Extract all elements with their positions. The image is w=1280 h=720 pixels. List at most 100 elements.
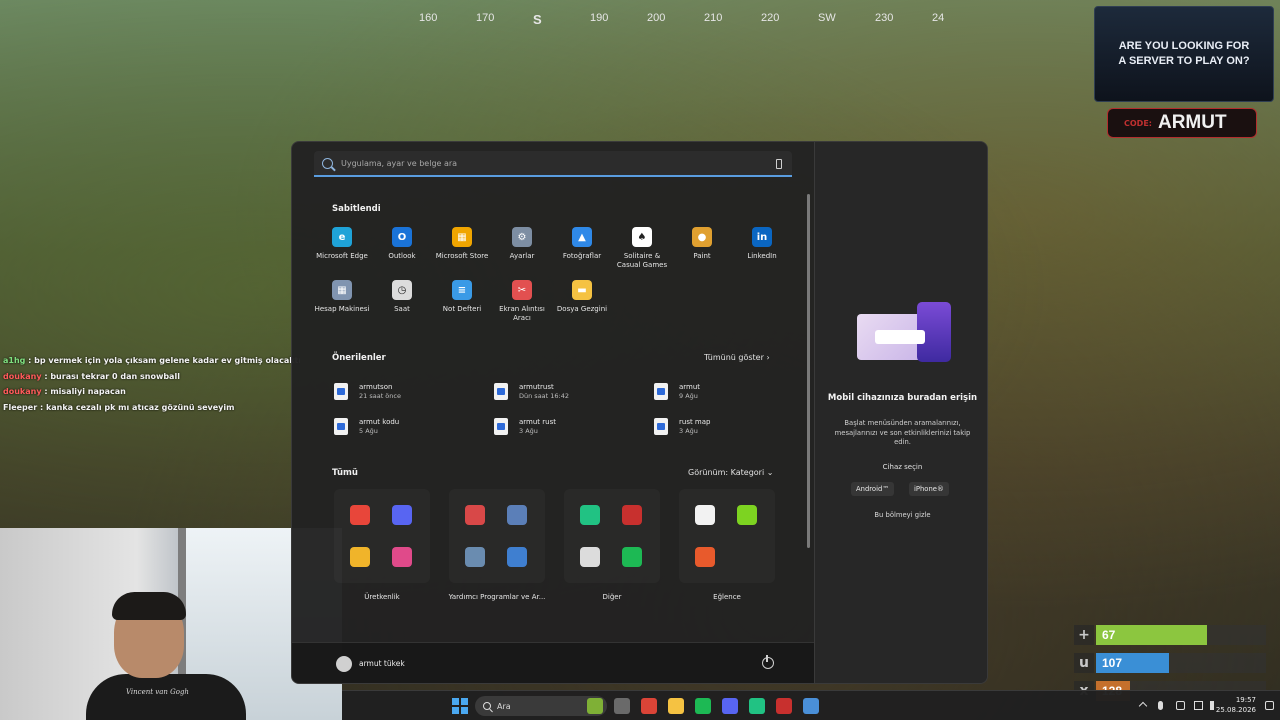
document-icon [654, 382, 668, 400]
pinned-app[interactable]: ▲ Fotoğraflar [552, 227, 612, 261]
search-icon [322, 157, 333, 169]
taskbar-app-icon[interactable] [587, 698, 603, 714]
recommended-text: armut kodu 5 Ağu [359, 418, 399, 435]
microphone-icon[interactable] [1158, 701, 1163, 710]
app-icon: in [752, 227, 772, 247]
power-icon[interactable] [762, 655, 774, 669]
recommended-file[interactable]: armut rust 3 Ağu [494, 411, 644, 441]
app-label: Solitaire & Casual Games [616, 252, 668, 269]
app-icon: O [392, 227, 412, 247]
taskbar-app-icon[interactable] [641, 698, 657, 714]
category-app-icon[interactable] [507, 505, 527, 525]
chat-username: a1hg [3, 356, 26, 365]
pinned-app[interactable]: in LinkedIn [732, 227, 792, 261]
recommended-title: Önerilenler [332, 353, 386, 363]
phone-icon[interactable] [776, 159, 782, 169]
recommended-file[interactable]: armut kodu 5 Ağu [334, 411, 484, 441]
category-app-icon[interactable] [737, 505, 757, 525]
recommended-name: rust map [679, 417, 711, 426]
start-scrollbar[interactable] [807, 194, 810, 548]
view-mode-label: Görünüm: Kategori [688, 468, 765, 477]
chat-separator: : [41, 387, 51, 396]
clock-time: 19:57 [1235, 696, 1256, 704]
document-icon [334, 417, 348, 435]
pinned-app[interactable]: e Microsoft Edge [312, 227, 372, 261]
document-icon [654, 417, 668, 435]
stat-bar: 107 [1096, 653, 1170, 673]
category-folder[interactable] [449, 489, 545, 583]
category-app-icon[interactable] [350, 505, 370, 525]
battery-icon[interactable] [1176, 701, 1185, 710]
notification-icon[interactable] [1265, 701, 1274, 710]
category-folder[interactable] [334, 489, 430, 583]
pinned-app[interactable]: ◷ Saat [372, 280, 432, 314]
pinned-app[interactable]: ▬ Dosya Gezgini [552, 280, 612, 314]
category-app-icon[interactable] [507, 547, 527, 567]
category-app-icon[interactable] [580, 547, 600, 567]
recommended-file[interactable]: rust map 3 Ağu [654, 411, 804, 441]
user-name[interactable]: armut tükek [359, 659, 405, 668]
hide-pane-link[interactable]: Bu bölmeyi gizle [825, 511, 980, 519]
taskbar-app-icon[interactable] [722, 698, 738, 714]
app-label: Dosya Gezgini [556, 305, 608, 313]
recommended-name: armut [679, 382, 701, 391]
start-search-bar[interactable] [314, 151, 792, 177]
pinned-app[interactable]: ⚙ Ayarlar [492, 227, 552, 261]
recommended-file[interactable]: armutrust Dün saat 16:42 [494, 376, 644, 406]
windows-start-icon[interactable] [452, 698, 468, 714]
category-app-icon[interactable] [695, 547, 715, 567]
start-search-input[interactable] [341, 158, 761, 168]
taskbar-app-icon[interactable] [803, 698, 819, 714]
category-app-icon[interactable] [580, 505, 600, 525]
chat-text: kanka cezalı pk mı atıcaz gözünü seveyim [45, 402, 235, 412]
category-app-icon[interactable] [622, 505, 642, 525]
stat-bar-track: 67 [1096, 625, 1266, 645]
category-folder[interactable] [679, 489, 775, 583]
clock[interactable]: 19:57 25.08.2026 [1216, 695, 1256, 715]
compass-tick: 200 [647, 12, 666, 24]
category-app-icon[interactable] [465, 547, 485, 567]
stat-icon: + [1074, 625, 1094, 645]
taskbar-app-icon[interactable] [668, 698, 684, 714]
category-app-icon[interactable] [622, 547, 642, 567]
app-icon: ◷ [392, 280, 412, 300]
pinned-app[interactable]: ● Paint [672, 227, 732, 261]
show-all-link[interactable]: Tümünü göster › [704, 353, 770, 362]
recommended-file[interactable]: armut 9 Ağu [654, 376, 804, 406]
pinned-app[interactable]: ≡ Not Defteri [432, 280, 492, 314]
category-app-icon[interactable] [350, 547, 370, 567]
chat-text: burası tekrar 0 dan snowball [50, 371, 180, 381]
taskbar-app-icon[interactable] [749, 698, 765, 714]
chevron-up-icon[interactable] [1138, 701, 1148, 711]
compass-tick: S [533, 12, 542, 27]
app-icon: e [332, 227, 352, 247]
pinned-app[interactable]: ▦ Microsoft Store [432, 227, 492, 261]
recommended-file[interactable]: armutson 21 saat önce [334, 376, 484, 406]
user-avatar[interactable] [336, 656, 352, 672]
taskbar-app-icon[interactable] [776, 698, 792, 714]
compass-tick: SW [818, 12, 836, 24]
taskbar-app-icon[interactable] [614, 698, 630, 714]
stream-chat: a1hg : bp vermek için yola çıksam gelene… [0, 353, 300, 415]
android-button[interactable]: Android™ [851, 482, 895, 496]
chat-separator: : [25, 356, 35, 365]
app-label: LinkedIn [747, 252, 777, 260]
category-folder[interactable] [564, 489, 660, 583]
code-banner: CODE: ARMUT [1107, 108, 1257, 138]
category-app-icon[interactable] [392, 505, 412, 525]
category-app-icon[interactable] [695, 505, 715, 525]
recommended-time: 21 saat önce [359, 391, 401, 400]
view-mode-dropdown[interactable]: Görünüm: Kategori ⌄ [688, 468, 773, 477]
pinned-app[interactable]: ✂ Ekran Alıntısı Aracı [492, 280, 552, 323]
pinned-app[interactable]: ♠ Solitaire & Casual Games [612, 227, 672, 270]
recommended-time: 3 Ağu [519, 426, 538, 435]
category-app-icon[interactable] [392, 547, 412, 567]
clock-date: 25.08.2026 [1215, 706, 1256, 714]
iphone-button[interactable]: iPhone® [909, 482, 949, 496]
network-icon[interactable] [1194, 701, 1203, 710]
taskbar-app-icon[interactable] [695, 698, 711, 714]
start-main-pane: Sabitlendi e Microsoft Edge O Outlook ▦ Micro… [292, 142, 814, 642]
pinned-app[interactable]: O Outlook [372, 227, 432, 261]
category-app-icon[interactable] [465, 505, 485, 525]
pinned-app[interactable]: ▦ Hesap Makinesi [312, 280, 372, 314]
